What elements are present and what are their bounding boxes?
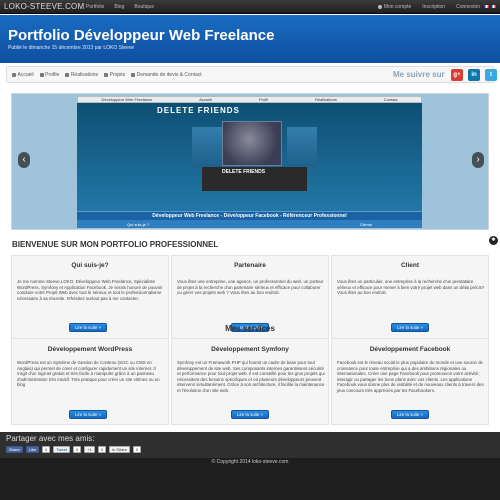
panel-wordpress: Développement WordPress WordPress est un… bbox=[11, 338, 169, 425]
tweet-button[interactable]: Tweet bbox=[53, 446, 70, 453]
menu-item-projets[interactable]: Projets bbox=[104, 72, 125, 78]
share-buttons: Share Like 0 Tweet 0 +1 0 in Share 0 bbox=[6, 446, 142, 453]
share-title: Partager avec mes amis: bbox=[6, 434, 95, 443]
user-icon bbox=[377, 4, 382, 9]
language-flags bbox=[484, 5, 496, 8]
panel-text: Facebook est le réseau social le plus po… bbox=[337, 360, 484, 393]
slide-caption: Développeur Web Freelance - Développeur … bbox=[152, 213, 347, 219]
slide-logo: DELETE FRIENDS bbox=[157, 106, 240, 115]
slide-image[interactable]: DELETE FRIENDS DELETE FRIENDS bbox=[77, 103, 422, 213]
panel-text: Symfony est un Framework PHP qui fournit… bbox=[177, 360, 325, 393]
linkedin-icon[interactable]: in bbox=[468, 69, 480, 81]
menu-label: Profile bbox=[45, 72, 60, 78]
carousel-slide-nav: Développeur Web Freelance Accueil Profil… bbox=[77, 96, 422, 103]
brand-link[interactable]: LOKO-STEEVE.COM bbox=[4, 2, 84, 11]
slide-tab: Réalisations bbox=[315, 97, 337, 102]
home-icon bbox=[12, 73, 16, 77]
google-plus-icon[interactable]: g+ bbox=[451, 69, 463, 81]
page-title: Portfolio Développeur Web Freelance bbox=[8, 27, 275, 44]
nav-blog[interactable]: Blog bbox=[114, 4, 124, 10]
menu-items: Accueil Profile Réalisations Projets Dem… bbox=[12, 72, 202, 78]
panel-title: Partenaire bbox=[234, 262, 266, 269]
menu-item-profile[interactable]: Profile bbox=[39, 72, 60, 78]
panel-title: Développement WordPress bbox=[47, 346, 133, 353]
panel-title: Client bbox=[400, 262, 420, 269]
menu-item-contact[interactable]: Demande de devis & Contact bbox=[131, 72, 202, 78]
read-more-button[interactable]: Lire la suite » bbox=[391, 410, 430, 419]
follow-label: Me suivre sur bbox=[393, 70, 445, 79]
menu-item-realisations[interactable]: Réalisations bbox=[65, 72, 98, 78]
menu-label: Projets bbox=[109, 72, 126, 78]
linkedin-share-button[interactable]: in Share bbox=[108, 446, 130, 453]
top-navbar: LOKO-STEEVE.COM Portfolio Blog Boutique … bbox=[0, 0, 500, 14]
slide-decor bbox=[287, 127, 317, 167]
share-bar: Partager avec mes amis: Share Like 0 Twe… bbox=[0, 432, 500, 458]
accessibility-widget-icon[interactable]: ✱ bbox=[489, 236, 498, 245]
slide-tab: Accueil bbox=[199, 97, 213, 102]
panel-text: Vous êtes un particulier, une entreprise… bbox=[337, 279, 485, 296]
panel-text: WordPress est un Système de Gestion de C… bbox=[17, 360, 160, 388]
facebook-like-button[interactable]: Like bbox=[25, 446, 40, 453]
panel-title: Développement Facebook bbox=[369, 346, 451, 353]
google-plus-one-button[interactable]: +1 bbox=[84, 446, 95, 453]
like-count: 0 bbox=[42, 446, 51, 453]
slide-tab: Développeur Web Freelance bbox=[101, 97, 153, 102]
read-more-button[interactable]: Lire la suite » bbox=[231, 410, 270, 419]
panel-text: Vous êtes une entreprise, une agence, un… bbox=[177, 279, 324, 296]
menu-label: Demande de devis & Contact bbox=[136, 72, 202, 78]
account-link[interactable]: Mon compte bbox=[377, 4, 412, 10]
slide-overlay-label: DELETE FRIENDS bbox=[222, 169, 266, 175]
user-icon bbox=[39, 73, 44, 77]
slide-footer: Qui suis-je ? Clients bbox=[77, 220, 422, 228]
slide-decor bbox=[192, 127, 222, 167]
slide-caption-bar: Développeur Web Freelance - Développeur … bbox=[77, 211, 422, 220]
folder-icon bbox=[104, 73, 109, 77]
slide-overlay: DELETE FRIENDS bbox=[202, 167, 307, 191]
login-link[interactable]: Connexion bbox=[456, 4, 480, 10]
social-links: g+ in t bbox=[451, 69, 497, 81]
services-heading: Mes services bbox=[225, 324, 275, 333]
register-link[interactable]: Inscription bbox=[422, 4, 445, 10]
slide-tab: Contact bbox=[383, 97, 398, 102]
edit-icon bbox=[131, 73, 136, 77]
panel-facebook: Développement Facebook Facebook est le r… bbox=[331, 338, 489, 425]
tweet-count: 0 bbox=[72, 446, 82, 453]
account-label: Mon compte bbox=[383, 4, 412, 10]
hero-carousel: Développeur Web Freelance Accueil Profil… bbox=[11, 93, 489, 230]
slide-photo bbox=[222, 121, 282, 166]
menu-label: Réalisations bbox=[70, 72, 99, 78]
flag-fr-icon-2[interactable] bbox=[491, 5, 496, 8]
panel-symfony: Développement Symfony Symfony est un Fra… bbox=[171, 338, 329, 425]
nav-portfolio[interactable]: Portfolio bbox=[86, 4, 104, 10]
welcome-heading: BIENVENUE SUR MON PORTFOLIO PROFESSIONNE… bbox=[12, 240, 219, 249]
page-subtitle: Publié le dimanche 15 décembre 2013 par … bbox=[8, 45, 135, 51]
nav-boutique[interactable]: Boutique bbox=[134, 4, 154, 10]
menu-label: Accueil bbox=[17, 72, 34, 78]
copyright-text: © Copyright 2014 loko-steeve.com bbox=[211, 459, 289, 465]
flag-fr-icon[interactable] bbox=[484, 5, 489, 8]
read-more-button[interactable]: Lire la suite » bbox=[69, 410, 108, 419]
panel-title: Qui suis-je? bbox=[71, 262, 109, 269]
top-nav: Portfolio Blog Boutique bbox=[86, 4, 154, 10]
copyright-footer: © Copyright 2014 loko-steeve.com bbox=[0, 458, 500, 500]
slide-tab: Profil bbox=[259, 97, 269, 102]
list-icon bbox=[65, 73, 70, 77]
main-menu: Accueil Profile Réalisations Projets Dem… bbox=[6, 66, 497, 83]
slide-footer-right: Clients bbox=[359, 221, 372, 227]
plus-one-count: 0 bbox=[97, 446, 106, 453]
panel-text: Je me nomme Steeve LOKO, Développeur Web… bbox=[17, 279, 163, 301]
panel-title: Développement Symfony bbox=[211, 346, 289, 353]
account-nav: Mon compte Inscription Connexion bbox=[377, 4, 480, 10]
facebook-share-button[interactable]: Share bbox=[6, 446, 23, 453]
twitter-icon[interactable]: t bbox=[485, 69, 497, 81]
menu-item-accueil[interactable]: Accueil bbox=[12, 72, 34, 78]
carousel-next-button[interactable]: › bbox=[472, 152, 484, 168]
carousel-prev-button[interactable]: ‹ bbox=[18, 152, 30, 168]
slide-footer-left: Qui suis-je ? bbox=[127, 221, 150, 227]
linkedin-count: 0 bbox=[132, 446, 142, 453]
